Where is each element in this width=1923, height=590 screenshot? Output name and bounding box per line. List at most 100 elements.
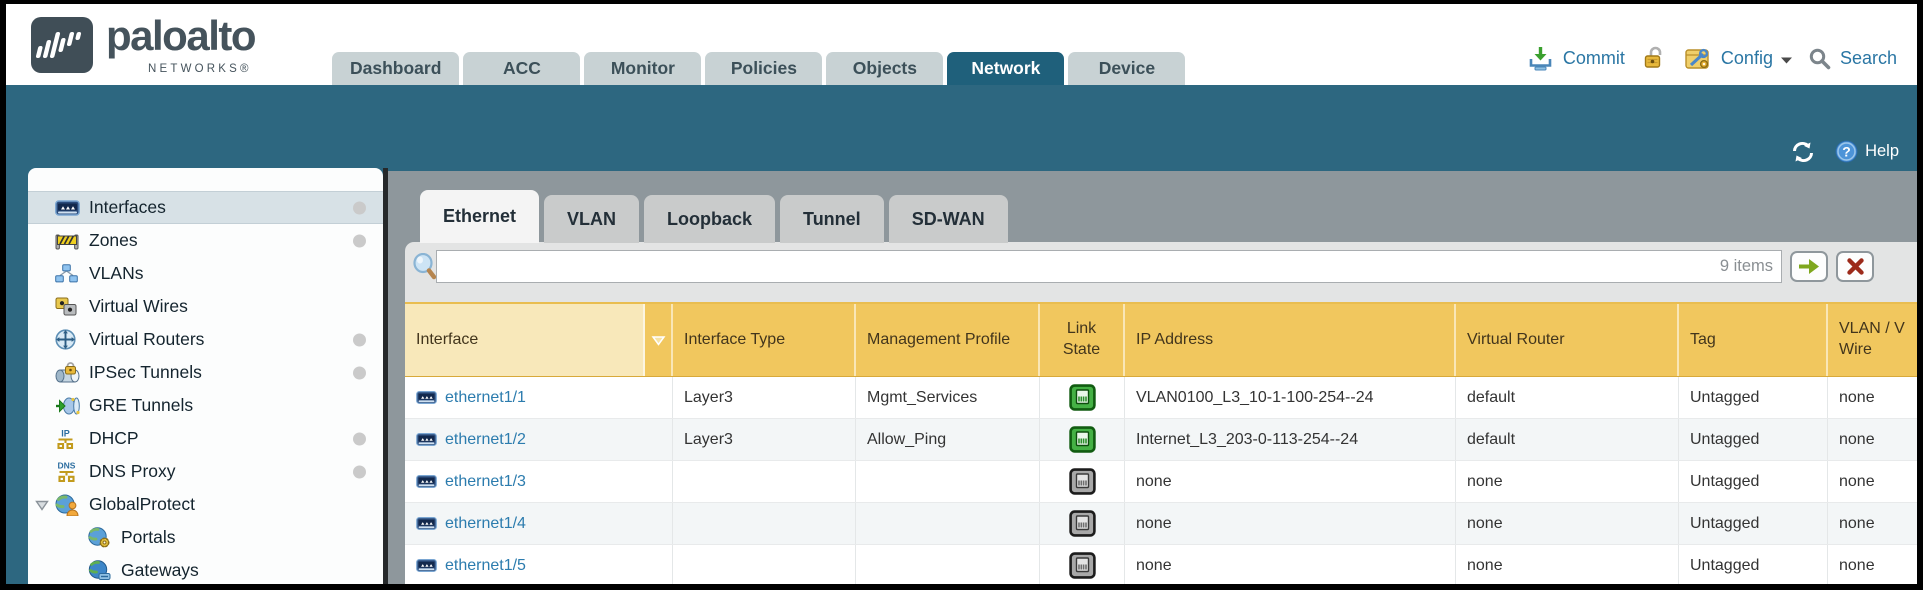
expander-icon[interactable]: [35, 500, 49, 511]
sidebar-item-gateways[interactable]: Gateways: [28, 554, 383, 584]
ethernet-interface-icon: [416, 474, 437, 489]
table-row-ethernet1-5: ethernet1/5nonenoneUntaggednone: [405, 545, 1917, 584]
cell-name: ethernet1/1: [405, 377, 673, 418]
subtab-vlan[interactable]: VLAN: [544, 195, 639, 243]
cell-vr: none: [1456, 503, 1679, 544]
filter-input[interactable]: [436, 250, 1782, 283]
cell-vlan: none: [1828, 503, 1917, 544]
col-header-vlan-virtual-wire[interactable]: VLAN / V Wire: [1828, 304, 1917, 376]
sidebar-item-label: Interfaces: [89, 197, 166, 218]
sidebar-item-label: GRE Tunnels: [89, 395, 193, 416]
search-icon[interactable]: [1808, 47, 1831, 70]
subtab-tunnel[interactable]: Tunnel: [780, 195, 884, 243]
globalprotect-icon: [55, 494, 82, 516]
cell-vr: none: [1456, 461, 1679, 502]
cell-mgmt: Mgmt_Services: [856, 377, 1040, 418]
sidebar-item-gre-tunnels[interactable]: GRE Tunnels: [28, 389, 383, 422]
subtab-sdwan[interactable]: SD-WAN: [889, 195, 1008, 243]
cell-type: [673, 503, 856, 544]
link-up-icon: [1069, 384, 1096, 411]
tab-acc[interactable]: ACC: [463, 52, 580, 85]
col-header-virtual-router[interactable]: Virtual Router: [1456, 304, 1679, 376]
sidebar-item-vlans[interactable]: VLANs: [28, 257, 383, 290]
tab-objects[interactable]: Objects: [826, 52, 943, 85]
cell-tag: Untagged: [1679, 545, 1828, 584]
svg-text:?: ?: [1842, 144, 1851, 160]
cell-ip: VLAN0100_L3_10-1-100-254--24: [1125, 377, 1456, 418]
cell-type: Layer3: [673, 419, 856, 460]
sidebar-item-label: Zones: [89, 230, 138, 251]
table-row-ethernet1-3: ethernet1/3nonenoneUntaggednone: [405, 461, 1917, 503]
config-button[interactable]: Config: [1721, 48, 1773, 69]
refresh-icon[interactable]: [1790, 141, 1816, 163]
cell-type: Layer3: [673, 377, 856, 418]
tab-device[interactable]: Device: [1068, 52, 1185, 85]
help-icon[interactable]: ?: [1835, 140, 1858, 163]
interface-link[interactable]: ethernet1/1: [445, 389, 526, 407]
subtab-loopback[interactable]: Loopback: [644, 195, 775, 243]
ethernet-panel: 9 items Interface Interface Type Managem…: [405, 242, 1917, 584]
col-header-ip-address[interactable]: IP Address: [1125, 304, 1456, 376]
status-dot: [353, 234, 366, 247]
sidebar-item-portals[interactable]: Portals: [28, 521, 383, 554]
sidebar-item-interfaces[interactable]: Interfaces: [28, 191, 383, 224]
table-body: ethernet1/1 Layer3Mgmt_Services VLAN0100_L…: [405, 377, 1917, 584]
cell-link: [1040, 503, 1125, 544]
search-button[interactable]: Search: [1840, 48, 1897, 69]
col-header-link-state[interactable]: Link State: [1040, 304, 1125, 376]
sidebar-item-ipsec-tunnels[interactable]: IPSec Tunnels: [28, 356, 383, 389]
sidebar-item-dns-proxy[interactable]: DNS DNS Proxy: [28, 455, 383, 488]
interface-link[interactable]: ethernet1/4: [445, 515, 526, 533]
col-header-tag[interactable]: Tag: [1679, 304, 1828, 376]
sidebar-item-label: VLANs: [89, 263, 143, 284]
commit-button[interactable]: Commit: [1563, 48, 1625, 69]
interface-link[interactable]: ethernet1/2: [445, 431, 526, 449]
cell-mgmt: Allow_Ping: [856, 419, 1040, 460]
tab-dashboard[interactable]: Dashboard: [332, 52, 459, 85]
sidebar-item-virtual-wires[interactable]: Virtual Wires: [28, 290, 383, 323]
col-header-interface-type[interactable]: Interface Type: [673, 304, 856, 376]
interfaces-table: Interface Interface Type Management Prof…: [405, 302, 1917, 584]
dns-proxy-icon: DNS: [55, 461, 82, 483]
col-header-vlan-line1: VLAN / V: [1839, 319, 1905, 340]
sidebar-item-globalprotect[interactable]: GlobalProtect: [28, 488, 383, 521]
header-utilities: Commit Config Search: [1527, 46, 1897, 71]
interface-link[interactable]: ethernet1/5: [445, 557, 526, 575]
interface-link[interactable]: ethernet1/3: [445, 473, 526, 491]
cell-name: ethernet1/3: [405, 461, 673, 502]
chevron-down-icon[interactable]: [1780, 56, 1793, 65]
tab-policies[interactable]: Policies: [705, 52, 822, 85]
sidebar-item-dhcp[interactable]: IPDHCP: [28, 422, 383, 455]
tab-network[interactable]: Network: [947, 52, 1064, 85]
sidebar-item-zones[interactable]: Zones: [28, 224, 383, 257]
help-link[interactable]: Help: [1865, 142, 1899, 161]
col-header-interface[interactable]: Interface: [405, 304, 645, 376]
tab-monitor[interactable]: Monitor: [584, 52, 701, 85]
filter-bar: 9 items: [405, 250, 1917, 286]
table-row-ethernet1-2: ethernet1/2 Layer3Allow_Ping Internet_L3_2…: [405, 419, 1917, 461]
cell-tag: Untagged: [1679, 377, 1828, 418]
cell-vr: none: [1456, 545, 1679, 584]
cell-ip: Internet_L3_203-0-113-254--24: [1125, 419, 1456, 460]
sidebar-item-label: DNS Proxy: [89, 461, 176, 482]
status-dot: [353, 432, 366, 445]
cell-type: [673, 461, 856, 502]
status-dot: [353, 333, 366, 346]
svg-text:IP: IP: [61, 428, 70, 438]
gre-tunnels-icon: [55, 395, 82, 417]
subtab-ethernet[interactable]: Ethernet: [420, 190, 539, 243]
lock-icon[interactable]: [1642, 46, 1667, 71]
config-icon[interactable]: [1684, 46, 1712, 71]
commit-icon[interactable]: [1527, 46, 1554, 71]
svg-text:DNS: DNS: [58, 461, 76, 471]
clear-filter-button[interactable]: [1836, 251, 1874, 282]
cell-type: [673, 545, 856, 584]
col-header-management-profile[interactable]: Management Profile: [856, 304, 1040, 376]
cell-name: ethernet1/5: [405, 545, 673, 584]
apply-filter-button[interactable]: [1790, 251, 1828, 282]
sidebar-item-virtual-routers[interactable]: Virtual Routers: [28, 323, 383, 356]
column-menu-button[interactable]: [645, 304, 673, 376]
vlans-icon: [55, 263, 82, 285]
gateways-icon: [87, 560, 114, 582]
link-up-icon: [1069, 426, 1096, 453]
